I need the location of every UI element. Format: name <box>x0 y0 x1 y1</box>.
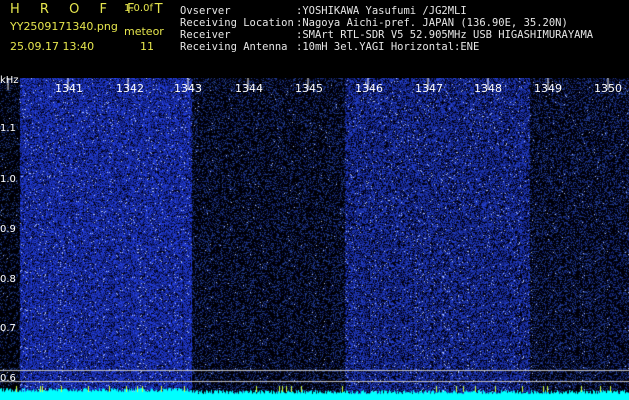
meteor-label: meteor <box>124 25 164 38</box>
spectrogram-canvas[interactable] <box>0 78 629 400</box>
timestamp-label: 25.09.17 13:40 <box>10 40 95 53</box>
meta-value-antenna: :10mH 3el.YAGI Horizontal:ENE <box>296 41 480 53</box>
freq-tick-label: 1.0 <box>0 174 16 185</box>
time-tick-label: 1349 <box>534 82 562 95</box>
meta-key-receiver: Receiver <box>180 29 231 41</box>
freq-tick-label: 0.8 <box>0 274 16 285</box>
header-panel: H R O F F T 1.0.0f YY2509171340.png mete… <box>0 0 629 78</box>
time-tick-label: 1342 <box>116 82 144 95</box>
meta-value-observer: :YOSHIKAWA Yasufumi /JG2MLI <box>296 5 467 17</box>
time-tick-label: 1344 <box>235 82 263 95</box>
time-tick-label: 1347 <box>415 82 443 95</box>
time-tick-label: 1343 <box>174 82 202 95</box>
filename-label: YY2509171340.png <box>10 20 118 33</box>
time-tick-label: 1345 <box>295 82 323 95</box>
time-tick-label: 1350 <box>594 82 622 95</box>
time-tick-label: 1348 <box>474 82 502 95</box>
freq-tick-label: 1.1 <box>0 123 16 134</box>
meta-key-antenna: Receiving Antenna <box>180 41 288 53</box>
version-label: 1.0.0f <box>124 3 153 14</box>
meta-key-observer: Ovserver <box>180 5 231 17</box>
time-tick-label: 1346 <box>355 82 383 95</box>
freq-tick-label: 0.9 <box>0 224 16 235</box>
meta-value-location: :Nagoya Aichi-pref. JAPAN (136.90E, 35.2… <box>296 17 568 29</box>
freq-tick-label: 0.6 <box>0 373 16 384</box>
freq-tick-label: 0.7 <box>0 323 16 334</box>
freq-unit-label: kHz <box>0 75 19 86</box>
time-tick-label: 1341 <box>55 82 83 95</box>
meteor-count: 11 <box>140 40 154 53</box>
meta-value-receiver: :SMArt RTL-SDR V5 52.905MHz USB HIGASHIM… <box>296 29 594 41</box>
meta-key-location: Receiving Location <box>180 17 294 29</box>
